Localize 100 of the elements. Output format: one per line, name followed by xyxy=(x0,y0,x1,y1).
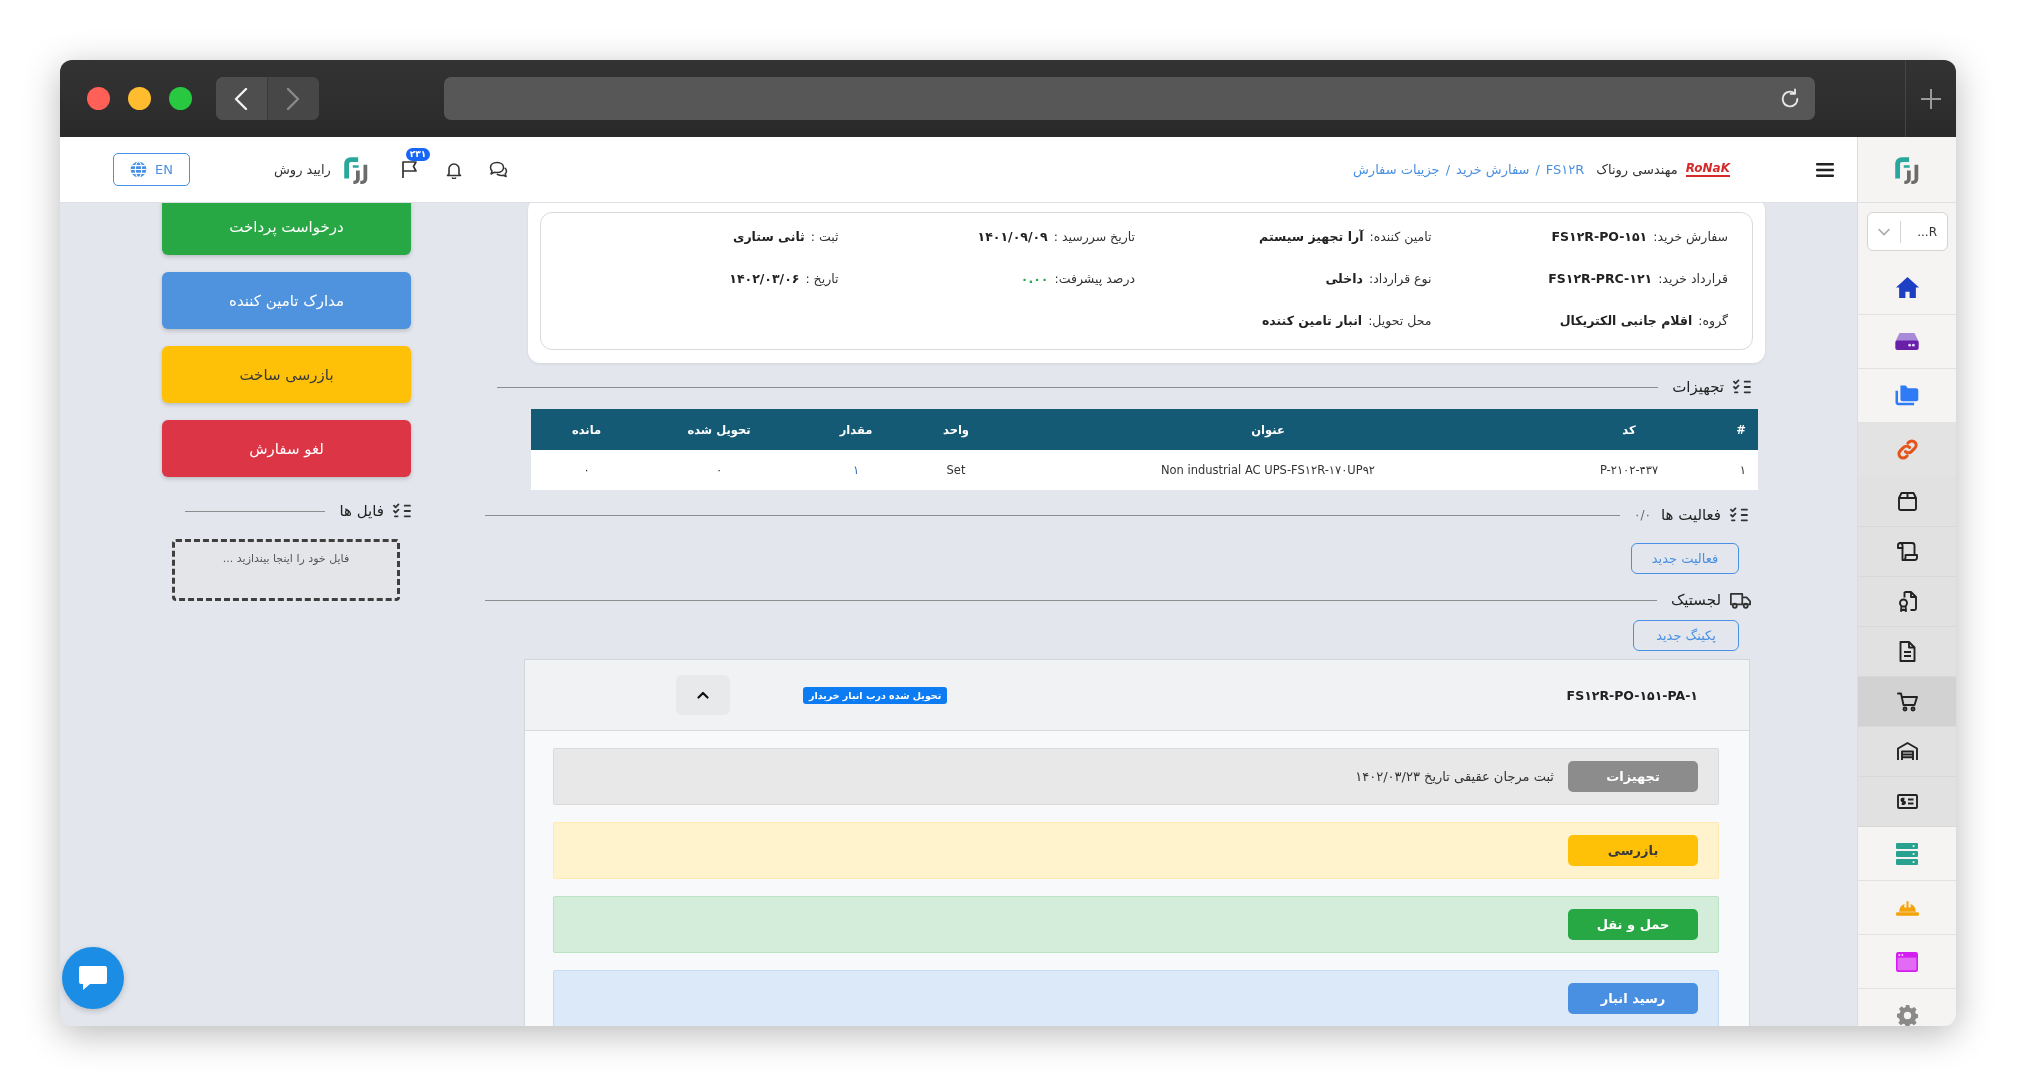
table-cell-text: ۱ xyxy=(1738,463,1747,477)
notification-badge: ۲۳۱ xyxy=(405,148,431,161)
column-header: تحویل شده xyxy=(686,422,752,437)
field-label: سفارش خرید: xyxy=(1653,228,1728,244)
section-title: فعالیت ها xyxy=(1660,506,1721,524)
action-button[interactable]: مدارک تامین کننده xyxy=(162,272,411,329)
banknote-icon xyxy=(1896,794,1918,809)
chevron-right-icon xyxy=(286,87,301,110)
sidebar-subitem[interactable] xyxy=(1858,627,1956,677)
company-name: مهندسی روناک xyxy=(1596,162,1678,177)
field-value: اقلام جانبی الکتریکال xyxy=(1559,312,1693,328)
new-packing-button[interactable]: پکینگ جدید xyxy=(1633,620,1739,651)
hard-hat-icon xyxy=(1895,899,1919,916)
sidebar-subitem[interactable] xyxy=(1858,477,1956,527)
sidebar-subitem[interactable] xyxy=(1858,527,1956,577)
table-cell-text: P-۲۱۰۲-۴۳۷ xyxy=(1598,463,1660,477)
truck-icon xyxy=(1730,591,1751,609)
bell-icon[interactable] xyxy=(445,160,462,179)
brand-logo: RoNaK xyxy=(1685,162,1730,177)
chevron-left-icon xyxy=(234,87,249,110)
user-name[interactable]: رایید روش xyxy=(274,162,331,177)
hard-drive-icon xyxy=(1895,333,1919,350)
table-cell-text: ۰ xyxy=(714,463,724,477)
checklist-icon xyxy=(393,503,411,519)
field-value: داخلی xyxy=(1325,270,1363,286)
breadcrumb-link[interactable]: FS۱۲R xyxy=(1545,162,1585,177)
status-badge: تحویل شده درب انبار خریدار xyxy=(803,686,948,704)
checklist-icon xyxy=(1733,379,1751,395)
section-title: تجهیزات xyxy=(1672,378,1724,396)
stage-button[interactable]: حمل و نقل xyxy=(1568,909,1698,940)
sidebar-subitem[interactable] xyxy=(1858,727,1956,777)
column-header: # xyxy=(1735,422,1747,437)
stage-button[interactable]: تجهیزات xyxy=(1568,761,1698,792)
box-icon xyxy=(1897,492,1917,511)
server-icon xyxy=(1896,842,1918,865)
field-value: ثانی ستاری xyxy=(732,228,805,244)
chat-icon[interactable] xyxy=(488,161,508,178)
window-zoom-button[interactable] xyxy=(169,87,192,110)
field-value: FS۱۲R-PRC-۱۲۱ xyxy=(1548,270,1653,286)
field-value: آرا تجهیز سیستم xyxy=(1259,228,1364,244)
column-header: کد xyxy=(1621,422,1637,437)
link-icon xyxy=(1896,439,1918,460)
table-cell-text: ۱ xyxy=(851,463,861,477)
browser-window-icon xyxy=(1896,951,1918,972)
column-header: مقدار xyxy=(838,422,874,437)
language-button[interactable]: EN xyxy=(113,153,190,186)
field-label: درصد پیشرفت: xyxy=(1054,270,1135,286)
project-select[interactable]: ...R xyxy=(1867,212,1948,251)
activity-count: ۰/۰ xyxy=(1634,508,1651,522)
column-header: واحد xyxy=(942,422,970,437)
field-value: FS۱۲R-PO-۱۵۱ xyxy=(1551,228,1648,244)
field-label: گروه: xyxy=(1698,312,1728,328)
chevron-down-icon xyxy=(1878,227,1890,236)
breadcrumb-link[interactable]: جزییات سفارش xyxy=(1353,162,1440,177)
stage-button[interactable]: بازرسی xyxy=(1568,835,1698,866)
file-drop-zone[interactable]: فایل خود را اینجا بیندازید ... xyxy=(172,539,400,601)
breadcrumb-separator: / xyxy=(1535,162,1540,177)
action-button[interactable]: درخواست پرداخت xyxy=(162,203,411,255)
sidebar-subitem[interactable] xyxy=(1858,577,1956,627)
new-activity-button[interactable]: فعالیت جدید xyxy=(1631,543,1739,574)
column-header: عنوان xyxy=(1250,422,1286,437)
field-label: تامین کننده: xyxy=(1369,228,1432,244)
stage-note: ثبت مرجان عقیقی تاریخ ۱۴۰۲/۰۳/۲۳ xyxy=(1355,769,1554,784)
globe-icon xyxy=(130,161,147,178)
table-cell-text: Set xyxy=(945,463,967,477)
field-value: ۱۴۰۲/۰۳/۰۶ xyxy=(729,270,800,286)
window-minimize-button[interactable] xyxy=(128,87,151,110)
section-title: فایل ها xyxy=(339,502,384,520)
folders-icon xyxy=(1895,385,1919,406)
breadcrumb-separator: / xyxy=(1445,162,1451,177)
action-button[interactable]: لغو سفارش xyxy=(162,420,411,477)
column-header: مانده xyxy=(570,422,603,437)
table-cell-text: ۰ xyxy=(582,463,591,477)
breadcrumb-link[interactable]: سفارش خرید xyxy=(1456,162,1530,177)
home-icon xyxy=(1895,277,1919,298)
field-value: ۱۴۰۱/۰۹/۰۹ xyxy=(977,228,1048,244)
sidebar-subitem[interactable] xyxy=(1858,777,1956,827)
table-cell-text: Non industrial AC UPS-FS۱۲R-۱۷۰UP۹۲ xyxy=(1159,463,1377,477)
address-field[interactable] xyxy=(443,77,1816,120)
scroll-icon xyxy=(1896,542,1918,561)
warehouse-icon xyxy=(1896,742,1918,761)
checklist-icon xyxy=(1730,507,1748,523)
window-close-button[interactable] xyxy=(87,87,110,110)
field-value: ۰.۰۰ xyxy=(1020,270,1049,286)
field-label: ثبت : xyxy=(810,228,839,244)
certificate-file-icon xyxy=(1897,591,1917,612)
field-label: محل تحویل: xyxy=(1368,312,1432,328)
chevron-up-icon xyxy=(697,691,709,699)
packing-code: FS۱۲R-PO-۱۵۱-PA-۱ xyxy=(1566,687,1698,703)
field-value: انبار تامین کننده xyxy=(1261,312,1363,328)
section-title: لجستیک xyxy=(1670,591,1721,609)
sidebar-subitem[interactable] xyxy=(1858,677,1956,727)
action-button[interactable]: بازرسی ساخت xyxy=(162,346,411,403)
back-button[interactable] xyxy=(216,77,267,120)
field-label: قرارداد خرید: xyxy=(1658,270,1728,286)
stage-button[interactable]: رسید انبار xyxy=(1568,983,1698,1014)
document-icon xyxy=(1898,641,1916,662)
speech-bubble-icon xyxy=(78,965,108,991)
menu-icon[interactable] xyxy=(1816,162,1834,177)
flag-icon[interactable] xyxy=(400,160,419,179)
